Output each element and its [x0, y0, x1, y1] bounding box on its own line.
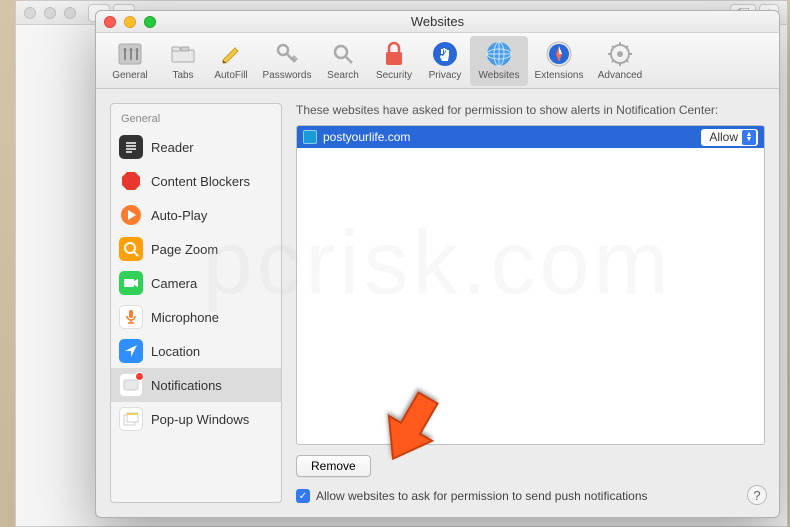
hand-icon [431, 40, 459, 68]
sidebar-item-label: Pop-up Windows [151, 412, 249, 427]
minimize-icon[interactable] [124, 16, 136, 28]
toolbar-extensions[interactable]: Extensions [528, 36, 590, 86]
toolbar-label: Search [327, 70, 359, 81]
toolbar-passwords[interactable]: Passwords [256, 36, 318, 86]
popup-icon [119, 407, 143, 431]
minimize-icon[interactable] [44, 7, 56, 19]
toolbar-general[interactable]: General [100, 36, 160, 86]
sidebar-item-content-blockers[interactable]: Content Blockers [111, 164, 281, 198]
play-icon [119, 203, 143, 227]
website-row[interactable]: postyourlife.com Allow ▲▼ [297, 126, 764, 148]
browser-traffic-lights [24, 7, 76, 19]
sidebar-item-reader[interactable]: Reader [111, 130, 281, 164]
toolbar-autofill[interactable]: AutoFill [206, 36, 256, 86]
sidebar: General Reader Content Blockers Auto-Pla… [110, 103, 282, 503]
prefs-body: General Reader Content Blockers Auto-Pla… [96, 89, 779, 517]
zoom-icon [119, 237, 143, 261]
site-favicon-icon [303, 130, 317, 144]
sidebar-item-label: Microphone [151, 310, 219, 325]
lock-icon [380, 40, 408, 68]
preferences-window: Websites General Tabs AutoFill Passwords [95, 10, 780, 518]
sidebar-item-label: Content Blockers [151, 174, 250, 189]
microphone-icon [119, 305, 143, 329]
zoom-icon[interactable] [64, 7, 76, 19]
prefs-toolbar: General Tabs AutoFill Passwords Search [96, 33, 779, 89]
checkbox-label: Allow websites to ask for permission to … [316, 489, 648, 503]
toolbar-label: General [112, 70, 148, 81]
stop-icon [119, 169, 143, 193]
help-button[interactable]: ? [747, 485, 767, 505]
sidebar-header: General [111, 110, 281, 130]
toolbar-label: Security [376, 70, 412, 81]
search-icon [329, 40, 357, 68]
window-title: Websites [96, 14, 779, 29]
allow-ask-checkbox-row[interactable]: ✓ Allow websites to ask for permission t… [296, 489, 765, 503]
pencil-icon [217, 40, 245, 68]
globe-icon [485, 40, 513, 68]
checkbox-icon[interactable]: ✓ [296, 489, 310, 503]
sidebar-item-label: Location [151, 344, 200, 359]
chevron-updown-icon: ▲▼ [742, 130, 756, 145]
prefs-titlebar: Websites [96, 11, 779, 33]
sidebar-item-camera[interactable]: Camera [111, 266, 281, 300]
prefs-traffic-lights [104, 16, 156, 28]
sidebar-item-notifications[interactable]: Notifications [111, 368, 281, 402]
close-icon[interactable] [24, 7, 36, 19]
gear-icon [606, 40, 634, 68]
permission-value: Allow [709, 130, 738, 144]
zoom-icon[interactable] [144, 16, 156, 28]
sidebar-item-label: Reader [151, 140, 194, 155]
sidebar-item-page-zoom[interactable]: Page Zoom [111, 232, 281, 266]
compass-icon [545, 40, 573, 68]
sidebar-item-label: Camera [151, 276, 197, 291]
remove-button[interactable]: Remove [296, 455, 371, 477]
toolbar-advanced[interactable]: Advanced [590, 36, 650, 86]
sidebar-item-label: Notifications [151, 378, 222, 393]
toolbar-label: AutoFill [214, 70, 247, 81]
toolbar-label: Websites [479, 70, 520, 81]
switches-icon [116, 40, 144, 68]
help-label: ? [753, 488, 760, 503]
toolbar-label: Tabs [172, 70, 193, 81]
close-icon[interactable] [104, 16, 116, 28]
toolbar-label: Extensions [535, 70, 584, 81]
sidebar-item-autoplay[interactable]: Auto-Play [111, 198, 281, 232]
bottom-controls: Remove ✓ Allow websites to ask for permi… [296, 455, 765, 503]
sidebar-item-microphone[interactable]: Microphone [111, 300, 281, 334]
toolbar-label: Passwords [263, 70, 312, 81]
toolbar-websites[interactable]: Websites [470, 36, 528, 86]
permission-dropdown[interactable]: Allow ▲▼ [701, 129, 758, 146]
key-icon [273, 40, 301, 68]
website-list: postyourlife.com Allow ▲▼ [296, 125, 765, 445]
toolbar-label: Advanced [598, 70, 642, 81]
reader-icon [119, 135, 143, 159]
tabs-icon [169, 40, 197, 68]
sidebar-item-location[interactable]: Location [111, 334, 281, 368]
location-icon [119, 339, 143, 363]
content-header: These websites have asked for permission… [296, 103, 765, 117]
camera-icon [119, 271, 143, 295]
website-domain: postyourlife.com [323, 130, 410, 144]
notification-badge-icon [135, 372, 144, 381]
sidebar-item-label: Auto-Play [151, 208, 207, 223]
toolbar-label: Privacy [429, 70, 462, 81]
toolbar-privacy[interactable]: Privacy [420, 36, 470, 86]
toolbar-search[interactable]: Search [318, 36, 368, 86]
sidebar-item-label: Page Zoom [151, 242, 218, 257]
toolbar-security[interactable]: Security [368, 36, 420, 86]
toolbar-tabs[interactable]: Tabs [160, 36, 206, 86]
content-pane: These websites have asked for permission… [296, 103, 765, 503]
sidebar-item-popups[interactable]: Pop-up Windows [111, 402, 281, 436]
